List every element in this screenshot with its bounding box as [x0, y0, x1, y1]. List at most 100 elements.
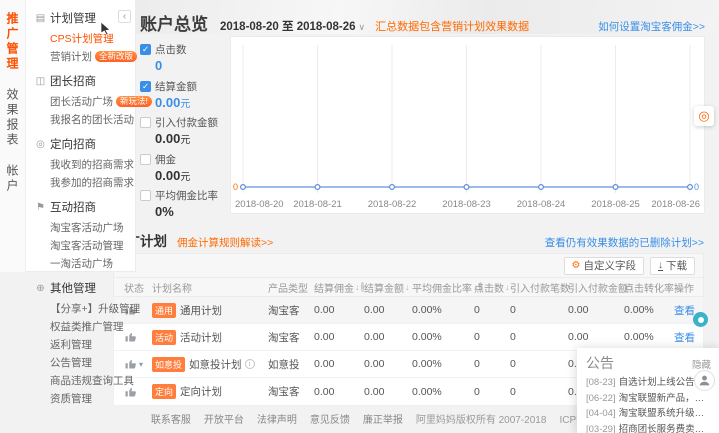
announcement-item[interactable]: [04-04]淘宝联盟系统升级通知: [586, 406, 711, 422]
sortable-header[interactable]: 平均佣金比率↓i: [412, 280, 474, 295]
commission-help-link[interactable]: 如何设置淘宝客佣金>>: [598, 19, 705, 34]
svg-text:2018-08-24: 2018-08-24: [517, 199, 566, 210]
floating-survey-icon[interactable]: ◎: [694, 106, 714, 126]
sidebar-collapse-button[interactable]: ‹: [118, 10, 131, 23]
flag-icon: ⚑: [35, 202, 46, 213]
sidebar-item-announce-manage[interactable]: 公告管理: [35, 353, 135, 371]
plan-type-badge: 活动: [152, 330, 176, 345]
plan-icon: ▤: [35, 13, 46, 24]
announcement-hide-link[interactable]: 隐藏: [692, 357, 711, 371]
sidebar-item-etao-plaza[interactable]: 一淘活动广场: [35, 254, 135, 272]
chat-service-icon[interactable]: [693, 312, 708, 327]
summary-note: 汇总数据包含营销计划效果数据: [375, 18, 529, 34]
table-row: 通用通用计划 淘宝客 0.00 0.00 0.00% 0 0 0.00 0.00…: [114, 297, 703, 324]
sortable-header[interactable]: 引入付款金额↓: [568, 280, 624, 295]
target-icon: ◎: [35, 139, 46, 150]
rail-tab-account[interactable]: 帐户: [4, 164, 21, 194]
sidebar-item-taoke-plaza[interactable]: 淘宝客活动广场: [35, 218, 135, 236]
page-title: 账户总览: [140, 10, 208, 35]
sidebar-item-my-leader-activities[interactable]: 我报名的团长活动: [35, 110, 135, 128]
sortable-header[interactable]: 结算金额↓: [364, 280, 412, 295]
date-range-picker[interactable]: 2018-08-20 至 2018-08-26: [220, 18, 356, 34]
section-title: 计划管理: [50, 10, 96, 26]
svg-text:2018-08-21: 2018-08-21: [293, 199, 342, 210]
sort-desc-icon: ↓: [405, 282, 410, 292]
svg-text:0: 0: [233, 182, 238, 192]
sidebar-item-received-requests[interactable]: 我收到的招商需求: [35, 155, 135, 173]
checkbox-checked-icon[interactable]: ✓: [140, 44, 151, 55]
metric-avg-rate: 平均佣金比率 0%: [140, 188, 230, 219]
section-title: 其他管理: [50, 280, 96, 296]
plan-type-badge: 如意投: [152, 357, 185, 372]
vertical-nav-rail: 推广管理 效果报表 帐户: [0, 0, 26, 272]
new-version-badge: 全新改版: [95, 51, 137, 62]
sortable-header[interactable]: 点击数↓: [474, 280, 510, 295]
sidebar-item-violation-tool[interactable]: 商品违规查询工具: [35, 371, 135, 389]
sidebar-item-rebate[interactable]: 返利管理: [35, 335, 135, 353]
sidebar-item-joined-requests[interactable]: 我参加的招商需求: [35, 173, 135, 191]
deleted-plans-link[interactable]: 查看仍有效果数据的已删除计划>>: [545, 235, 704, 250]
section-title: 团长招商: [50, 73, 96, 89]
expand-caret-icon[interactable]: ▾: [139, 360, 143, 369]
plan-type-badge: 通用: [152, 303, 176, 318]
table-toolbar: ⚙自定义字段 ↓下载: [113, 253, 704, 277]
gear-icon: ⚙: [572, 260, 581, 271]
sidebar-section-interactive: ⚑ 互动招商 淘宝客活动广场 淘宝客活动管理 一淘活动广场: [35, 199, 135, 272]
download-icon: ↓: [658, 261, 663, 271]
svg-text:2018-08-25: 2018-08-25: [591, 199, 640, 210]
sidebar-section-targeted: ◎ 定向招商 我收到的招商需求 我参加的招商需求: [35, 136, 135, 191]
sidebar-item-share-upgrade[interactable]: 【分享+】升级管理: [35, 299, 135, 317]
footer-link-open-platform[interactable]: 开放平台: [204, 411, 244, 426]
metric-pay-amount: 引入付款金额 0.00元: [140, 115, 230, 146]
copyright-text: 阿里妈妈版权所有 2007-2018: [416, 411, 547, 426]
checkbox-unchecked-icon[interactable]: [140, 190, 151, 201]
footer-link-contact[interactable]: 联系客服: [151, 411, 191, 426]
sidebar-item-qualification[interactable]: 资质管理: [35, 389, 135, 407]
announcement-title: 公告: [586, 353, 614, 373]
sidebar-item-rights-promo[interactable]: 权益类推广管理: [35, 317, 135, 335]
contact-person-icon[interactable]: [694, 370, 715, 391]
table-header: 状态 计划名称 产品类型 结算佣金↓i 结算金额↓ 平均佣金比率↓i 点击数↓ …: [113, 277, 704, 297]
table-row: 活动活动计划 淘宝客 0.00 0.00 0.00% 0 0 0.00 0.00…: [114, 324, 703, 351]
footer-link-legal[interactable]: 法律声明: [257, 411, 297, 426]
metric-commission: 佣金 0.00元: [140, 152, 230, 183]
sortable-header[interactable]: 结算佣金↓i: [314, 280, 364, 295]
metric-value: 0: [155, 58, 230, 73]
metric-value: 0.00元: [155, 95, 230, 110]
view-link[interactable]: 查看: [674, 330, 703, 345]
download-button[interactable]: ↓下载: [650, 257, 695, 275]
metric-value: 0%: [155, 204, 230, 219]
rail-tab-promotion[interactable]: 推广管理: [4, 12, 21, 72]
rail-tab-reports[interactable]: 效果报表: [4, 88, 21, 148]
plan-name: 如意投计划: [189, 357, 242, 372]
footer-link-integrity[interactable]: 廉正举报: [363, 411, 403, 426]
checkbox-unchecked-icon[interactable]: [140, 117, 151, 128]
leader-icon: ◫: [35, 76, 46, 87]
section-title: 定向招商: [50, 136, 96, 152]
checkbox-checked-icon[interactable]: ✓: [140, 81, 151, 92]
commission-rule-link[interactable]: 佣金计算规则解读>>: [177, 235, 273, 250]
announcement-popup: 公告 隐藏 [08-23]自选计划上线公告 [06-22]淘宝联盟新产品，魔力投…: [577, 348, 719, 433]
sidebar-item-taoke-manage[interactable]: 淘宝客活动管理: [35, 236, 135, 254]
footer-link-feedback[interactable]: 意见反馈: [310, 411, 350, 426]
metric-settle-amount: ✓结算金额 0.00元: [140, 79, 230, 110]
info-icon[interactable]: i: [245, 359, 255, 369]
sidebar-item-leader-plaza[interactable]: 团长活动广场新玩法!: [35, 92, 135, 110]
sidebar-item-cps-plan[interactable]: CPS计划管理: [35, 29, 135, 47]
sortable-header[interactable]: 引入付款笔数↓: [510, 280, 568, 295]
sidebar-item-marketing-plan[interactable]: 营销计划全新改版: [35, 47, 135, 65]
metric-value: 0.00元: [155, 168, 230, 183]
sidebar: ‹ ▤ 计划管理 CPS计划管理 营销计划全新改版 ◫ 团长招商 团长活动广场新玩法…: [26, 0, 136, 272]
chevron-down-icon[interactable]: ∨: [359, 22, 366, 33]
section-title: 互动招商: [50, 199, 96, 215]
announcement-item[interactable]: [03-29]招商团长服务费卖家设置教程: [586, 422, 711, 433]
sortable-header[interactable]: 点击转化率↓: [624, 280, 674, 295]
sort-desc-icon: ↓: [355, 282, 360, 292]
checkbox-unchecked-icon[interactable]: [140, 154, 151, 165]
announcement-item[interactable]: [08-23]自选计划上线公告: [586, 375, 711, 391]
announcement-item[interactable]: [06-22]淘宝联盟新产品，魔力投上线啦: [586, 391, 711, 407]
svg-text:2018-08-23: 2018-08-23: [442, 199, 491, 210]
custom-fields-button[interactable]: ⚙自定义字段: [564, 257, 644, 275]
person-icon: [698, 374, 711, 387]
metric-clicks: ✓点击数 0: [140, 42, 230, 73]
